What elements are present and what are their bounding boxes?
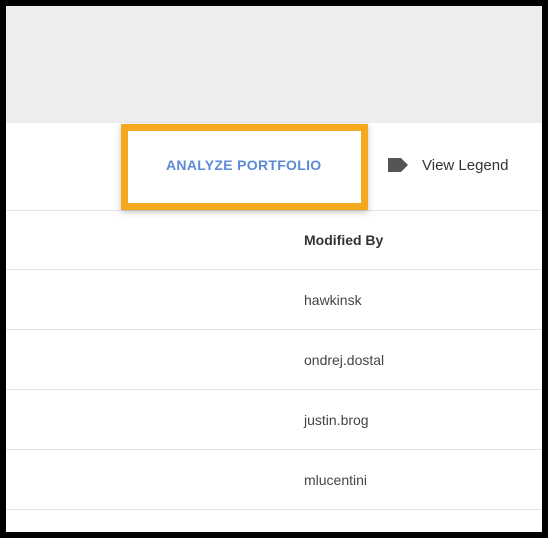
view-legend-button[interactable]: View Legend	[386, 152, 508, 178]
modified-by-cell: ondrej.dostal	[304, 352, 385, 368]
analyze-portfolio-button[interactable]: ANALYZE PORTFOLIO	[166, 154, 321, 176]
table-row[interactable]: hawkinsk	[6, 270, 542, 330]
label-tag-icon	[386, 157, 410, 173]
screenshot-frame: ANALYZE PORTFOLIO View Legend Modified B…	[0, 0, 548, 538]
modified-by-cell: mlucentini	[304, 472, 368, 488]
table-row[interactable]: mlucentini	[6, 450, 542, 510]
data-table: Modified By hawkinsk ondrej.dostal justi…	[6, 210, 542, 510]
modified-by-cell: hawkinsk	[304, 292, 362, 308]
view-legend-label: View Legend	[422, 156, 509, 174]
modified-by-cell: justin.brog	[304, 412, 369, 428]
table-header-row: Modified By	[6, 210, 542, 270]
column-header-modified-by[interactable]: Modified By	[304, 210, 383, 270]
table-row[interactable]: ondrej.dostal	[6, 330, 542, 390]
header-band	[6, 6, 542, 123]
table-row[interactable]: justin.brog	[6, 390, 542, 450]
